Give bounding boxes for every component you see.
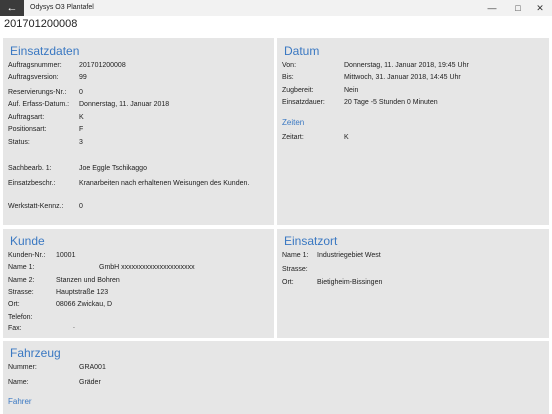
positionsart-label: Positionsart: xyxy=(8,126,47,133)
status-label: Status: xyxy=(8,139,30,146)
einsatzort-ort-value: Bietigheim-Bissingen xyxy=(317,279,383,286)
kunde-name2-value: Stanzen und Bohren xyxy=(56,277,120,284)
zeiten-link[interactable]: Zeiten xyxy=(282,118,304,127)
fahrer-link[interactable]: Fahrer xyxy=(8,397,32,406)
auftragsart-value: K xyxy=(79,114,84,121)
auftragsnummer-label: Auftragsnummer: xyxy=(8,62,62,69)
kunden-nr-label: Kunden-Nr.: xyxy=(8,252,46,259)
fahrzeug-nummer-label: Nummer: xyxy=(8,364,37,371)
positionsart-value: F xyxy=(79,126,84,133)
auftragsnummer-value: 201701200008 xyxy=(79,62,126,69)
kunde-panel: Kunde Kunden-Nr.: 10001 Name 1: GmbH xxx… xyxy=(3,229,274,338)
reservierungs-nr-label: Reservierungs-Nr.: xyxy=(8,89,67,96)
kunde-fax-label: Fax: xyxy=(8,325,22,332)
auftragsversion-value: 99 xyxy=(79,74,87,81)
zugbereit-label: Zugbereit: xyxy=(282,87,314,94)
einsatzort-ort-label: Ort: xyxy=(282,279,294,286)
reservierungs-nr-value: 0 xyxy=(79,89,83,96)
zeitart-value: K xyxy=(344,134,349,141)
close-button[interactable]: ✕ xyxy=(528,0,552,16)
minimize-button[interactable]: — xyxy=(480,0,504,16)
minimize-icon: — xyxy=(487,3,497,13)
kunden-nr-value: 10001 xyxy=(56,252,76,259)
kunde-ort-label: Ort: xyxy=(8,301,20,308)
einsatzort-title: Einsatzort xyxy=(284,234,338,248)
fahrzeug-nummer-value: GRA001 xyxy=(79,364,106,371)
erfass-datum-value: Donnerstag, 11. Januar 2018 xyxy=(79,101,170,108)
sachbearb-value: Joe Eggle Tschikaggo xyxy=(79,165,147,172)
einsatzdaten-title: Einsatzdaten xyxy=(10,44,80,58)
kunde-name1-value: GmbH xxxxxxxxxxxxxxxxxxxxx xyxy=(99,264,195,271)
kunde-strasse-label: Strasse: xyxy=(8,289,34,296)
datum-title: Datum xyxy=(284,44,320,58)
von-label: Von: xyxy=(282,62,297,69)
maximize-icon: □ xyxy=(515,3,521,13)
zugbereit-value: Nein xyxy=(344,87,359,94)
werkstatt-kennz-value: 0 xyxy=(79,203,83,210)
fahrzeug-panel: Fahrzeug Nummer: GRA001 Name: Gräder Fah… xyxy=(3,341,549,414)
arrow-left-icon: ← xyxy=(6,2,18,14)
kunde-strasse-value: Hauptstraße 123 xyxy=(56,289,109,296)
einsatzdauer-label: Einsatzdauer: xyxy=(282,99,325,106)
auftragsversion-label: Auftragsversion: xyxy=(8,74,59,81)
fahrzeug-name-label: Name: xyxy=(8,379,29,386)
auftragsart-label: Auftragsart: xyxy=(8,114,45,121)
fahrzeug-title: Fahrzeug xyxy=(10,346,61,360)
title-bar: ← Odysys O3 Plantafel — □ ✕ xyxy=(0,0,552,16)
kunde-name1-label: Name 1: xyxy=(8,264,35,271)
status-value: 3 xyxy=(79,139,83,146)
zeitart-label: Zeitart: xyxy=(282,134,304,141)
kunde-telefon-label: Telefon: xyxy=(8,314,33,321)
fahrzeug-name-value: Gräder xyxy=(79,379,101,386)
von-value: Donnerstag, 11. Januar 2018, 19:45 Uhr xyxy=(344,62,469,69)
page-title: 201701200008 xyxy=(4,18,78,30)
kunde-fax-value: . xyxy=(73,323,75,330)
datum-panel: Datum Von: Donnerstag, 11. Januar 2018, … xyxy=(277,38,549,225)
einsatzort-strasse-label: Strasse: xyxy=(282,266,308,273)
einsatzdaten-panel: Einsatzdaten Auftragsnummer: 20170120000… xyxy=(3,38,274,225)
einsatzort-panel: Einsatzort Name 1: Industriegebiet West … xyxy=(277,229,549,338)
maximize-button[interactable]: □ xyxy=(506,0,530,16)
einsatzbeschr-label: Einsatzbeschr.: xyxy=(8,180,56,187)
app-title: Odysys O3 Plantafel xyxy=(30,4,94,11)
erfass-datum-label: Auf. Erfass-Datum.: xyxy=(8,101,70,108)
einsatzdauer-value: 20 Tage -5 Stunden 0 Minuten xyxy=(344,99,438,106)
bis-label: Bis: xyxy=(282,74,294,81)
einsatzbeschr-value: Kranarbeiten nach erhaltenen Weisungen d… xyxy=(79,180,250,187)
einsatzort-name1-value: Industriegebiet West xyxy=(317,252,381,259)
kunde-title: Kunde xyxy=(10,234,45,248)
bis-value: Mittwoch, 31. Januar 2018, 14:45 Uhr xyxy=(344,74,461,81)
werkstatt-kennz-label: Werkstatt-Kennz.: xyxy=(8,203,64,210)
kunde-ort-value: 08066 Zwickau, D xyxy=(56,301,113,308)
einsatzort-name1-label: Name 1: xyxy=(282,252,309,259)
back-button[interactable]: ← xyxy=(0,0,24,16)
close-icon: ✕ xyxy=(536,3,544,13)
sachbearb-label: Sachbearb. 1: xyxy=(8,165,52,172)
kunde-name2-label: Name 2: xyxy=(8,277,35,284)
